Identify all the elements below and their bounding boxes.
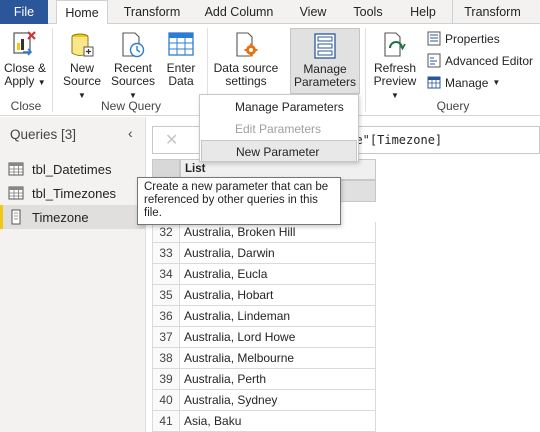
- table-row[interactable]: 35 Australia, Hobart: [152, 285, 376, 306]
- refresh-icon: [384, 32, 406, 57]
- group-separator: [365, 28, 366, 112]
- recent-sources-icon: [122, 32, 145, 58]
- table-row[interactable]: 38 Australia, Melbourne: [152, 348, 376, 369]
- manage-button[interactable]: Manage ▼: [427, 75, 500, 90]
- tab-file[interactable]: File: [0, 0, 48, 24]
- table-row[interactable]: 41 Asia, Baku: [152, 411, 376, 432]
- queries-title: Queries [3]: [10, 127, 77, 142]
- collapse-chevron-icon[interactable]: ‹: [128, 125, 133, 141]
- chevron-down-icon: ▼: [492, 78, 501, 87]
- table-icon: [8, 162, 24, 176]
- new-parameter-tooltip: Create a new parameter that can be refer…: [137, 177, 341, 225]
- data-source-settings-button[interactable]: Data source settings: [212, 30, 280, 94]
- manage-icon: [427, 76, 441, 89]
- tab-tools[interactable]: Tools: [344, 0, 392, 24]
- query-item-timezone[interactable]: Timezone: [0, 205, 146, 229]
- properties-icon: [427, 31, 441, 46]
- data-source-settings-icon: [236, 32, 258, 57]
- query-item-tbl-datetimes[interactable]: tbl_Datetimes: [0, 157, 146, 181]
- parameters-icon: [314, 33, 336, 59]
- menu-item-manage-parameters[interactable]: Manage Parameters: [201, 96, 357, 118]
- enter-data-button[interactable]: Enter Data: [160, 30, 202, 94]
- table-row[interactable]: 40 Australia, Sydney: [152, 390, 376, 411]
- table-row[interactable]: 36 Australia, Lindeman: [152, 306, 376, 327]
- tab-contextual-transform[interactable]: Transform: [452, 0, 532, 24]
- tab-add-column[interactable]: Add Column: [196, 0, 282, 24]
- tab-home[interactable]: Home: [56, 0, 108, 25]
- table-row[interactable]: 33 Australia, Darwin: [152, 243, 376, 264]
- properties-button[interactable]: Properties: [427, 31, 500, 46]
- menu-item-edit-parameters[interactable]: Edit Parameters: [201, 118, 357, 140]
- group-label-close: Close: [10, 99, 42, 113]
- chevron-down-icon: ▼: [37, 78, 46, 87]
- group-label-query: Query: [436, 99, 470, 113]
- refresh-preview-button[interactable]: Refresh Preview ▼: [370, 30, 420, 100]
- table-row[interactable]: 32 Australia, Broken Hill: [152, 222, 376, 243]
- table-row[interactable]: 37 Australia, Lord Howe: [152, 327, 376, 348]
- recent-sources-button[interactable]: Recent Sources ▼: [108, 30, 158, 100]
- close-icon[interactable]: ✕: [165, 130, 178, 150]
- parameter-icon: [11, 209, 21, 225]
- database-icon: [71, 33, 94, 57]
- tab-transform[interactable]: Transform: [116, 0, 188, 24]
- table-row[interactable]: 34 Australia, Eucla: [152, 264, 376, 285]
- query-item-tbl-timezones[interactable]: tbl_Timezones: [0, 181, 146, 205]
- manage-parameters-button[interactable]: Manage Parameters ▼: [290, 28, 360, 101]
- menu-item-new-parameter[interactable]: New Parameter: [201, 140, 357, 162]
- advanced-editor-icon: [427, 53, 441, 68]
- close-apply-icon: [13, 31, 36, 56]
- new-source-button[interactable]: New Source ▼: [58, 30, 106, 100]
- ribbon-tab-bar: File Home Transform Add Column View Tool…: [0, 0, 540, 25]
- manage-parameters-menu: Manage Parameters Edit Parameters New Pa…: [199, 94, 359, 162]
- tab-help[interactable]: Help: [400, 0, 446, 24]
- group-label-new-query: New Query: [100, 99, 162, 113]
- table-icon: [8, 186, 24, 200]
- close-apply-button[interactable]: Close & Apply ▼: [3, 30, 47, 94]
- advanced-editor-button[interactable]: Advanced Editor: [427, 53, 533, 68]
- table-icon: [168, 32, 194, 56]
- tab-view[interactable]: View: [290, 0, 336, 24]
- queries-panel: Queries [3] ‹ tbl_Datetimes tbl_Timezone…: [0, 117, 146, 432]
- table-row[interactable]: 39 Australia, Perth: [152, 369, 376, 390]
- group-separator: [52, 28, 53, 112]
